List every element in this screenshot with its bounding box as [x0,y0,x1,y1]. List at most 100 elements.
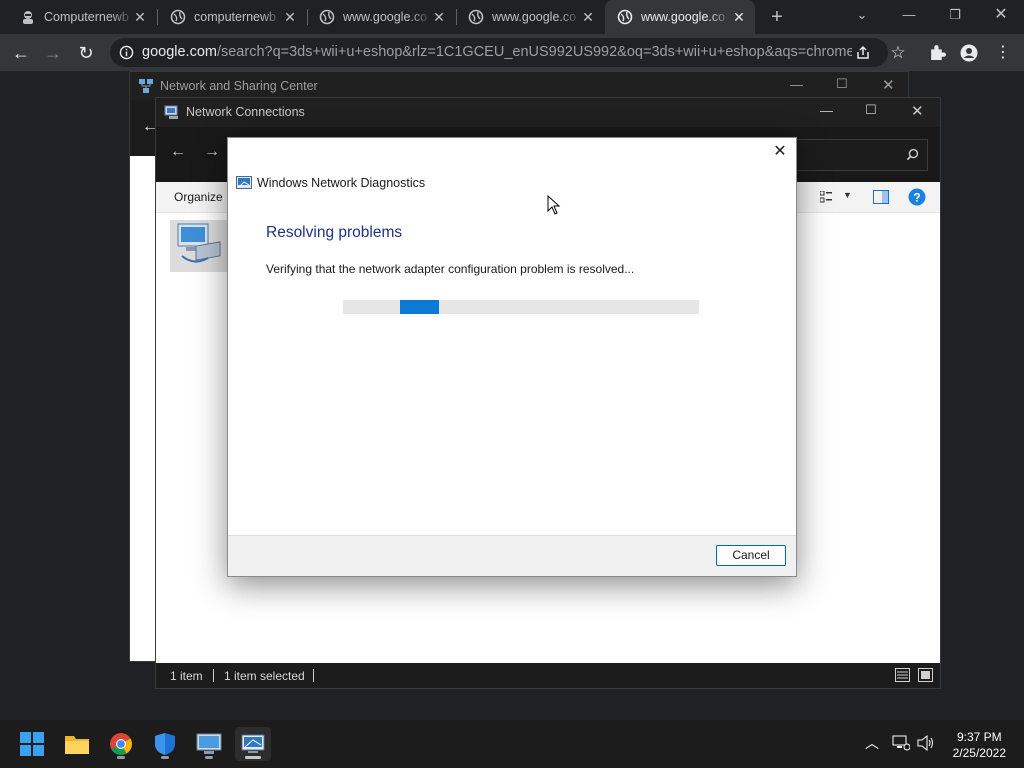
back-arrow-icon[interactable]: ← [170,143,186,161]
minimize-button[interactable]: — [820,103,833,118]
globe-icon [617,9,633,25]
cancel-button[interactable]: Cancel [716,545,786,566]
tab-title: www.google.co [641,10,726,24]
nsc-titlebar: Network and Sharing Center — ☐ ✕ [130,72,908,100]
globe-icon [170,9,186,25]
diagnostics-icon [241,734,265,753]
clock-time: 9:37 PM [956,730,1002,744]
item-count: 1 item [170,669,203,683]
running-indicator [205,756,213,759]
nc-titlebar: Network Connections — ☐ ✕ [156,98,940,127]
browser-tab[interactable]: www.google.co ✕ [456,0,604,34]
tab-title: Computernewb [44,10,129,24]
organize-menu[interactable]: Organize [174,190,223,204]
chevron-up-icon[interactable]: ︿ [865,733,879,753]
search-icon [906,148,919,161]
minimize-button[interactable]: — [886,0,932,30]
close-icon[interactable]: ✕ [580,9,596,25]
computernewb-favicon-icon [23,11,33,24]
reload-button[interactable]: ↻ [73,40,99,66]
back-button[interactable]: ← [8,40,34,66]
restore-button[interactable]: ❐ [932,0,978,30]
address-bar[interactable]: google.com/search?q=3ds+wii+u+eshop&rlz=… [110,38,888,67]
security-taskbar-button[interactable] [147,727,183,761]
dialog-footer: Cancel [228,535,796,576]
windows-taskbar: ︿ 9:37 PM 2/25/2022 [0,720,1024,768]
close-icon[interactable]: ✕ [282,9,298,25]
browser-tabstrip: Computernewb ✕ computernewb ✕ www.google… [0,0,1024,34]
network-center-icon [139,79,153,93]
help-icon[interactable]: ? [908,188,926,206]
browser-tab-active[interactable]: www.google.co ✕ [605,0,755,34]
window-title: Network Connections [186,105,305,119]
status-divider [313,669,314,682]
dialog-header: Windows Network Diagnostics [236,176,425,190]
shield-icon [155,733,175,755]
folder-icon [65,736,89,754]
preview-pane-icon[interactable] [873,190,889,204]
large-icons-view-icon[interactable] [918,668,933,682]
browser-toolbar: ← → ↻ google.com/search?q=3ds+wii+u+esho… [0,34,1024,71]
clock-date: 2/25/2022 [952,746,1006,760]
network-status-icon[interactable] [892,735,910,751]
close-icon[interactable]: ✕ [132,9,148,25]
close-icon[interactable]: ✕ [731,9,747,25]
share-icon[interactable] [855,45,871,61]
info-icon[interactable] [119,45,134,60]
chrome-menu-icon[interactable]: ⋮ [990,40,1016,66]
browser-tab[interactable]: Computernewb ✕ [8,0,156,34]
tab-title: www.google.co [343,10,428,24]
chrome-icon [110,733,132,755]
browser-tab[interactable]: computernewb ✕ [158,0,306,34]
maximize-button[interactable]: ☐ [865,102,877,118]
profile-avatar-icon[interactable] [960,44,978,62]
network-connections-icon [164,105,178,119]
selection-count: 1 item selected [224,669,305,683]
search-input[interactable] [778,139,928,171]
dialog-title: Windows Network Diagnostics [257,176,426,190]
view-options-icon[interactable] [820,191,833,204]
volume-icon[interactable] [917,735,935,751]
close-window-button[interactable]: ✕ [911,102,924,120]
maximize-button[interactable]: ☐ [836,76,848,92]
windows-logo-icon [20,732,44,756]
start-button[interactable] [14,727,50,761]
chrome-taskbar-button[interactable] [103,727,139,761]
new-tab-button[interactable]: + [766,6,788,28]
network-center-taskbar-button[interactable] [191,727,227,761]
globe-icon [468,9,484,25]
system-clock[interactable]: 9:37 PM 2/25/2022 [953,729,1006,761]
file-explorer-taskbar-button[interactable] [59,727,95,761]
globe-icon [319,9,335,25]
extensions-icon[interactable] [929,44,946,61]
status-divider [213,669,214,682]
tab-search-icon[interactable]: ⌄ [839,0,885,30]
active-indicator [245,756,261,759]
dialog-close-button[interactable]: ✕ [770,142,790,162]
close-window-button[interactable]: ✕ [882,76,895,94]
url-path: /search?q=3ds+wii+u+eshop&rlz=1C1GCEU_en… [216,44,852,60]
nc-status-bar: 1 item 1 item selected [156,663,940,688]
close-window-button[interactable]: ✕ [978,0,1024,30]
tab-title: computernewb [194,10,276,24]
running-indicator [117,756,125,759]
minimize-button[interactable]: — [790,77,803,92]
url-text: google.com/search?q=3ds+wii+u+eshop&rlz=… [142,44,852,60]
dialog-message: Verifying that the network adapter confi… [266,262,635,276]
browser-tab[interactable]: www.google.co ✕ [307,0,455,34]
details-view-icon[interactable] [895,668,910,682]
chevron-down-icon[interactable]: ▼ [843,190,852,200]
progress-fill [399,300,440,314]
mouse-cursor-icon [547,195,561,215]
forward-arrow-icon[interactable]: → [204,143,220,161]
window-title: Network and Sharing Center [160,79,318,93]
forward-button[interactable]: → [40,40,66,66]
diagnostics-taskbar-button[interactable] [235,727,271,761]
diagnostics-icon [236,176,252,189]
network-adapter-item[interactable] [170,220,230,272]
close-icon[interactable]: ✕ [431,9,447,25]
dialog-heading: Resolving problems [266,224,403,241]
url-domain: google.com [142,44,217,60]
network-adapter-icon [177,223,221,263]
bookmark-star-icon[interactable]: ☆ [885,40,911,66]
